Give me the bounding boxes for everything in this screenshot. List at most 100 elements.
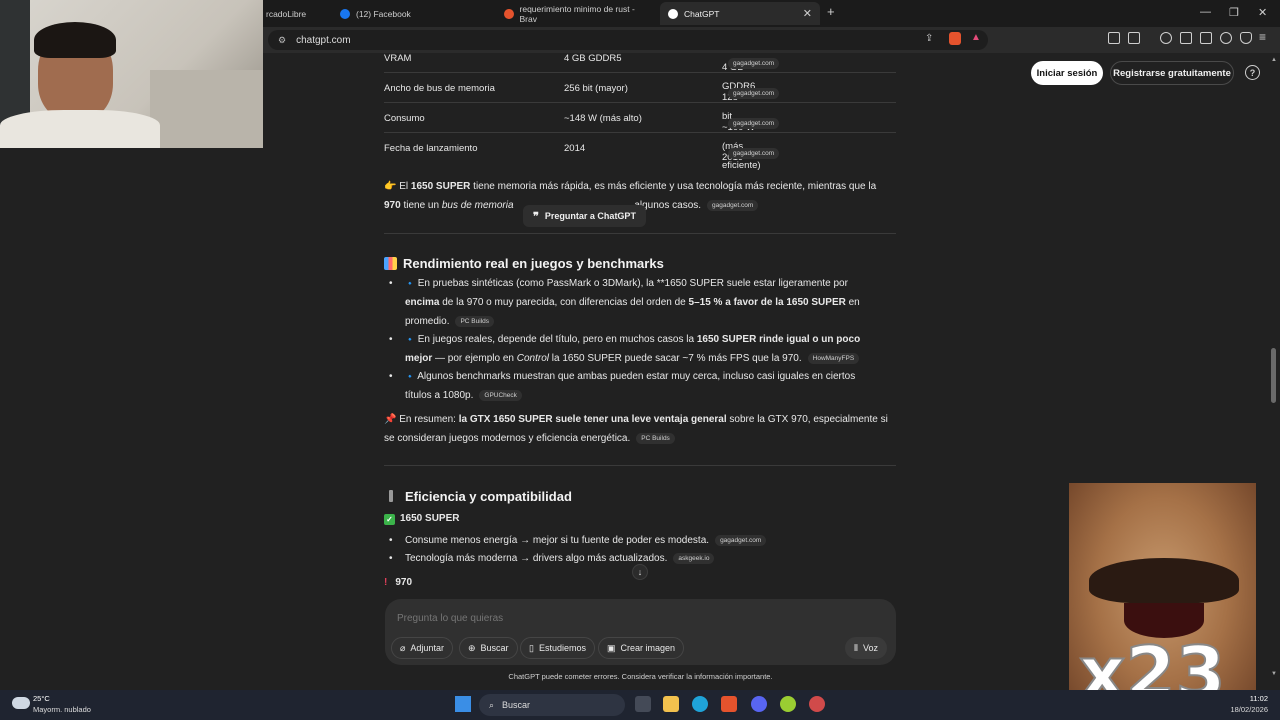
chart-emoji-icon — [384, 257, 397, 270]
source-chip[interactable]: gagadget.com — [728, 148, 780, 159]
scroll-to-bottom-button[interactable]: ↓ — [632, 564, 648, 580]
tab-mercadolibre[interactable]: rcadoLibre — [258, 2, 338, 25]
weather-desc[interactable]: Mayorm. nublado — [33, 705, 91, 714]
waveform-icon: ⦀ — [854, 642, 858, 653]
vpn-icon[interactable] — [1240, 32, 1252, 44]
task-view-icon[interactable] — [635, 696, 651, 712]
table-row: VRAM 4 GB GDDR5 4 GB GDDR6gagadget.com — [384, 43, 896, 92]
source-chip[interactable]: gagadget.com — [715, 534, 767, 546]
discord-icon[interactable] — [751, 696, 767, 712]
leo-ai-icon[interactable] — [1220, 32, 1232, 44]
minimize-icon[interactable]: — — [1200, 6, 1211, 18]
site-info-icon[interactable]: ⚙ — [278, 35, 286, 46]
exclamation-icon: ! — [384, 577, 388, 588]
tab-facebook[interactable]: (12) Facebook — [332, 2, 492, 25]
create-image-button[interactable]: ▣ Crear imagen — [598, 637, 685, 659]
divider — [384, 233, 896, 234]
scroll-down-icon[interactable]: ▼ — [1271, 671, 1277, 677]
cell-970: 2014 — [564, 142, 586, 154]
table-row: Ancho de bus de memoria 256 bit (mayor) … — [384, 73, 896, 122]
diamond-icon: 🔹 — [405, 279, 415, 288]
taskbar-search[interactable]: ⌕ Buscar — [479, 694, 625, 716]
new-tab-button[interactable]: + — [827, 4, 835, 19]
table-row: Fecha de lanzamiento 2014 2019gagadget.c… — [384, 133, 896, 163]
scroll-up-icon[interactable]: ▲ — [1271, 57, 1277, 63]
edge-icon[interactable] — [692, 696, 708, 712]
facebook-icon — [340, 8, 350, 19]
prompt-input[interactable] — [397, 609, 877, 627]
row-label: Consumo — [384, 112, 425, 124]
brave-taskbar-icon[interactable] — [721, 696, 737, 712]
list-item: • 🔹 Algunos benchmarks muestran que amba… — [389, 371, 856, 401]
maximize-icon[interactable]: ❐ — [1229, 6, 1239, 19]
source-chip[interactable]: GPUCheck — [479, 389, 522, 401]
source-chip[interactable]: PC Builds — [636, 432, 675, 444]
conclusion-paragraph: 📌 En resumen: la GTX 1650 SUPER suele te… — [384, 414, 888, 444]
signup-button[interactable]: Registrarse gratuitamente — [1110, 61, 1234, 85]
divider — [384, 465, 896, 466]
globe-icon: ⊕ — [468, 642, 476, 653]
row-label: Fecha de lanzamiento — [384, 142, 478, 154]
cell-970: ~148 W (más alto) — [564, 112, 642, 124]
source-chip[interactable]: PC Builds — [455, 315, 495, 327]
section-heading: Eficiencia y compatibilidad — [384, 487, 572, 506]
file-explorer-icon[interactable] — [663, 696, 679, 712]
login-button[interactable]: Iniciar sesión — [1031, 61, 1103, 85]
search-button[interactable]: ⊕ Buscar — [459, 637, 518, 659]
tab-brave-search[interactable]: requerimiento minimo de rust - Brav — [496, 2, 656, 25]
quote-icon: ❞ — [533, 210, 539, 223]
diamond-icon: 🔹 — [405, 335, 415, 344]
clock-time[interactable]: 11:02 — [1230, 694, 1268, 703]
brave-rewards-icon[interactable]: ▲ — [971, 32, 981, 43]
paperclip-icon: ⌀ — [400, 642, 406, 653]
source-chip[interactable]: gagadget.com — [728, 118, 780, 129]
diamond-icon: 🔹 — [405, 372, 415, 381]
voice-button[interactable]: ⦀ Voz — [845, 637, 887, 659]
source-chip[interactable]: askgeek.io — [673, 552, 715, 564]
tab-title: ChatGPT — [684, 8, 720, 19]
close-window-icon[interactable]: ✕ — [1258, 6, 1267, 19]
windows-start-icon[interactable] — [455, 696, 471, 712]
disclaimer: ChatGPT puede cometer errores. Considera… — [508, 672, 773, 681]
close-tab-icon[interactable]: ✕ — [803, 7, 812, 20]
weather-icon[interactable] — [12, 697, 30, 709]
webcam-hair — [34, 22, 116, 58]
screenshot-icon[interactable] — [1128, 32, 1140, 44]
source-chip[interactable]: gagadget.com — [728, 88, 780, 99]
wallet-icon[interactable] — [1200, 32, 1212, 44]
share-icon[interactable]: ⇪ — [925, 33, 933, 44]
study-button[interactable]: ▯ Estudiemos — [520, 637, 595, 659]
list-item: • 🔹 En juegos reales, depende del título… — [389, 334, 861, 364]
webcam-bed — [150, 70, 263, 148]
plug-icon — [389, 490, 393, 502]
source-chip[interactable]: HowManyFPS — [807, 352, 860, 364]
attach-button[interactable]: ⌀ Adjuntar — [391, 637, 453, 659]
menu-icon[interactable]: ≡ — [1259, 30, 1266, 44]
tab-title: rcadoLibre — [266, 8, 307, 19]
webcam-overlay — [0, 0, 263, 148]
source-chip[interactable]: gagadget.com — [707, 199, 759, 211]
obs-icon[interactable] — [809, 696, 825, 712]
scrollbar-thumb[interactable] — [1271, 348, 1276, 403]
section-heading: Rendimiento real en juegos y benchmarks — [384, 254, 664, 273]
brave-shields-icon[interactable] — [949, 32, 961, 45]
ask-chatgpt-tooltip[interactable]: ❞ Preguntar a ChatGPT — [523, 205, 646, 227]
meme-mustache — [1089, 558, 1239, 603]
source-chip[interactable]: gagadget.com — [728, 58, 780, 69]
help-icon[interactable]: ? — [1245, 65, 1260, 80]
clock-date[interactable]: 18/02/2026 — [1225, 705, 1268, 714]
cell-970: 256 bit (mayor) — [564, 82, 628, 94]
sidebar-icon[interactable] — [1180, 32, 1192, 44]
table-row: Consumo ~148 W (más alto) ~100 W (más ef… — [384, 103, 896, 171]
media-icon[interactable] — [1160, 32, 1172, 44]
row-label: Ancho de bus de memoria — [384, 82, 495, 94]
search-icon: ⌕ — [489, 699, 495, 710]
extensions-icon[interactable] — [1108, 32, 1120, 44]
composer: ⌀Adjuntar ⊕Buscar ▯Estudiemos ▣Crear ima… — [385, 599, 896, 665]
subheading: ✓ 1650 SUPER — [384, 509, 896, 528]
chat-message: VRAM 4 GB GDDR5 4 GB GDDR6gagadget.com A… — [384, 53, 896, 690]
tab-chatgpt[interactable]: ChatGPT ✕ — [660, 2, 820, 25]
app-icon[interactable] — [780, 696, 796, 712]
image-icon: ▣ — [607, 642, 616, 653]
weather-temp[interactable]: 25°C — [33, 694, 50, 703]
